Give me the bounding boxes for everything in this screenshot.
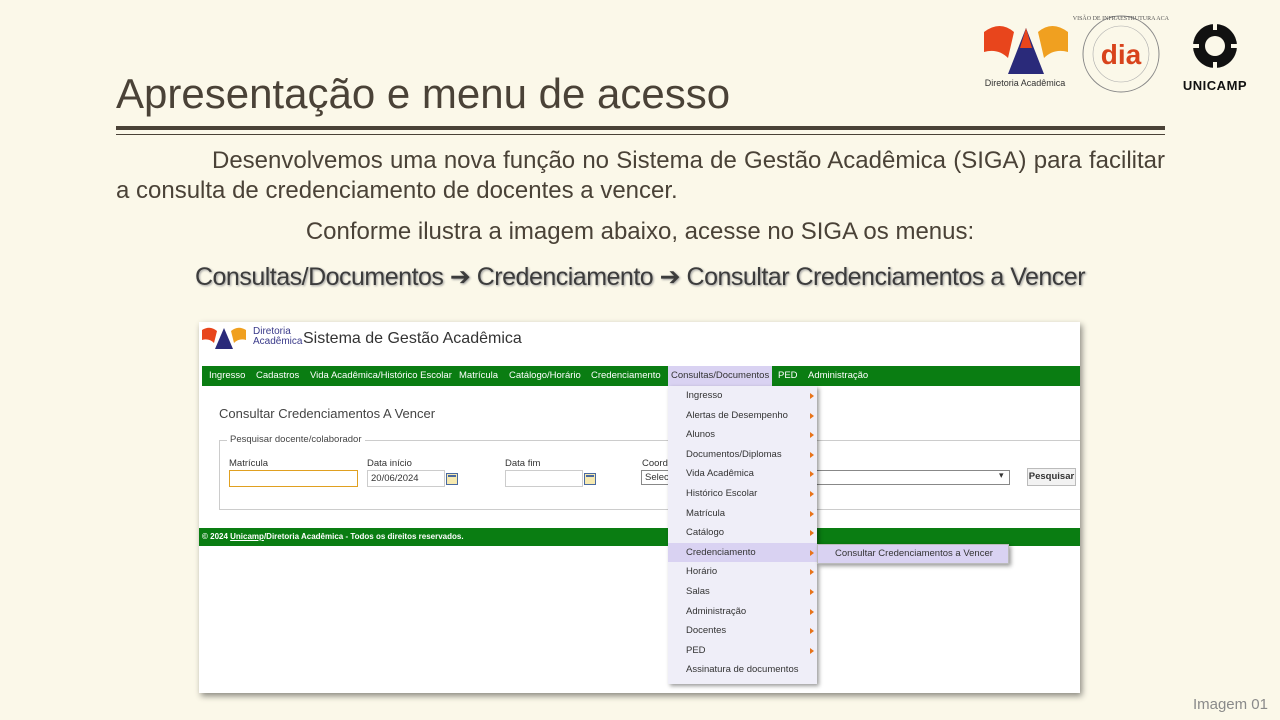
arrow-right-icon	[810, 530, 814, 537]
chevron-down-icon[interactable]: ▾	[999, 470, 1004, 481]
app-logo-line2: Acadêmica	[253, 336, 303, 347]
dia-logo: D.I.A. · DIVISÃO DE INFRAESTRUTURA ACADÊ…	[1073, 14, 1169, 93]
dropdown-item-ped[interactable]: PED	[668, 641, 817, 661]
arrow-right-icon	[810, 393, 814, 399]
menu-ingresso[interactable]: Ingresso	[209, 366, 245, 386]
dropdown-label: Vida Acadêmica	[686, 468, 754, 480]
dropdown-label: Credenciamento	[686, 546, 756, 558]
dropdown-item-historico[interactable]: Histórico Escolar	[668, 484, 817, 504]
dropdown-item-alunos[interactable]: Alunos	[668, 425, 817, 445]
pesquisar-button[interactable]: Pesquisar	[1027, 468, 1076, 486]
arrow-right-icon	[810, 412, 814, 419]
unicamp-label: UNICAMP	[1182, 78, 1248, 93]
menu-administracao[interactable]: Administração	[808, 366, 868, 386]
coord-label: Coord	[642, 458, 668, 469]
footer-suffix: /Diretoria Acadêmica - Todos os direitos…	[263, 532, 464, 541]
dropdown-label: Salas	[686, 586, 710, 597]
conforme-text: Conforme ilustra a imagem abaixo, acesse…	[305, 218, 975, 245]
app-title: Sistema de Gestão Acadêmica	[303, 330, 522, 347]
submenu-consultar-credenciamentos[interactable]: Consultar Credenciamentos a Vencer	[817, 544, 1009, 564]
title-rule-thin	[116, 134, 1165, 135]
arrow-right-icon	[810, 549, 814, 556]
data-inicio-input[interactable]: 20/06/2024	[367, 470, 445, 487]
arrow-right-icon	[810, 608, 814, 615]
dropdown-item-matricula[interactable]: Matrícula	[668, 504, 817, 524]
data-inicio-calendar-icon[interactable]	[446, 473, 458, 485]
slide-title: Apresentação e menu de acesso	[116, 70, 731, 117]
menu-path: Consultas/Documentos ➔ Credenciamento ➔ …	[194, 263, 1086, 291]
arrow-right-icon	[810, 471, 814, 478]
dropdown-item-assinatura[interactable]: Assinatura de documentos	[668, 660, 817, 680]
dropdown-item-alertas[interactable]: Alertas de Desempenho	[668, 406, 817, 426]
dia-ring-text: D.I.A. · DIVISÃO DE INFRAESTRUTURA ACADÊ…	[1073, 14, 1169, 22]
menu-credenciamento[interactable]: Credenciamento	[591, 366, 661, 386]
footer-prefix: © 2024	[202, 532, 231, 541]
arrow-right-icon	[810, 451, 814, 458]
dropdown-label: Ingresso	[686, 390, 723, 401]
arrow-right-icon	[810, 491, 814, 497]
menu-matricula[interactable]: Matrícula	[459, 366, 498, 386]
menu-ped[interactable]: PED	[778, 366, 798, 386]
consultas-dropdown: Ingresso Alertas de Desempenho Alunos Do…	[668, 386, 817, 684]
dropdown-label: Administração	[686, 605, 747, 617]
dropdown-item-administracao[interactable]: Administração	[668, 602, 817, 622]
dropdown-item-credenciamento[interactable]: Credenciamento	[668, 542, 817, 563]
dropdown-label: Docentes	[686, 625, 727, 637]
dropdown-label: Horário	[686, 566, 718, 578]
data-fim-input[interactable]	[505, 470, 583, 487]
app-logo-icon	[202, 327, 246, 349]
matricula-input[interactable]	[229, 470, 358, 487]
intro-paragraph: Desenvolvemos uma nova função no Sistema…	[116, 147, 1165, 204]
dropdown-label: Documentos/Diplomas	[686, 448, 782, 460]
dropdown-label: Catálogo	[686, 527, 725, 539]
main-menubar: Ingresso Cadastros Vida Acadêmica/Histór…	[202, 366, 1080, 386]
page-heading: Consultar Credenciamentos A Vencer	[219, 406, 436, 421]
dropdown-item-catalogo[interactable]: Catálogo	[668, 523, 817, 543]
siga-screenshot: Diretoria Acadêmica Sistema de Gestão Ac…	[199, 322, 1080, 693]
dropdown-item-horario[interactable]: Horário	[668, 562, 817, 582]
dropdown-label: Alertas de Desempenho	[686, 409, 788, 421]
image-caption: Imagem 01	[1192, 696, 1268, 713]
arrow-right-icon	[810, 569, 814, 576]
dropdown-label: Matrícula	[686, 507, 726, 519]
dropdown-label: PED	[686, 644, 706, 656]
data-fim-calendar-icon[interactable]	[584, 473, 596, 485]
dropdown-item-docentes[interactable]: Docentes	[668, 621, 817, 641]
data-inicio-label: Data início	[367, 458, 412, 469]
dropdown-label: Histórico Escolar	[686, 488, 758, 499]
search-legend: Pesquisar docente/colaborador	[227, 434, 365, 445]
arrow-right-icon	[810, 628, 814, 635]
data-fim-label: Data fim	[505, 458, 541, 469]
arrow-right-icon	[810, 589, 814, 595]
dropdown-label: Assinatura de documentos	[686, 664, 799, 676]
dia-label: dia	[1101, 39, 1142, 70]
dropdown-item-salas[interactable]: Salas	[668, 582, 817, 602]
menu-cadastros[interactable]: Cadastros	[256, 366, 299, 386]
arrow-right-icon	[810, 510, 814, 517]
matricula-label: Matrícula	[229, 458, 269, 469]
dropdown-item-documentos[interactable]: Documentos/Diplomas	[668, 445, 817, 465]
dropdown-item-vida-academica[interactable]: Vida Acadêmica	[668, 464, 817, 484]
menu-catalogo-horario[interactable]: Catálogo/Horário	[509, 366, 581, 386]
menu-consultas-documentos[interactable]: Consultas/Documentos	[668, 366, 773, 386]
menu-vida-academica[interactable]: Vida Acadêmica/Histórico Escolar	[310, 366, 452, 386]
arrow-right-icon	[810, 647, 814, 654]
app-logo-text: Diretoria Acadêmica	[253, 327, 302, 347]
diretoria-academica-label: Diretoria Acadêmica	[984, 78, 1066, 88]
title-rule-thick	[116, 126, 1165, 130]
arrow-right-icon	[810, 432, 814, 439]
footer-unicamp-link[interactable]: Unicamp	[230, 532, 264, 541]
logos: Diretoria Acadêmica D.I.A. · DIVISÃO DE …	[975, 12, 1255, 96]
dropdown-label: Alunos	[686, 429, 716, 441]
dropdown-item-ingresso[interactable]: Ingresso	[668, 386, 817, 406]
